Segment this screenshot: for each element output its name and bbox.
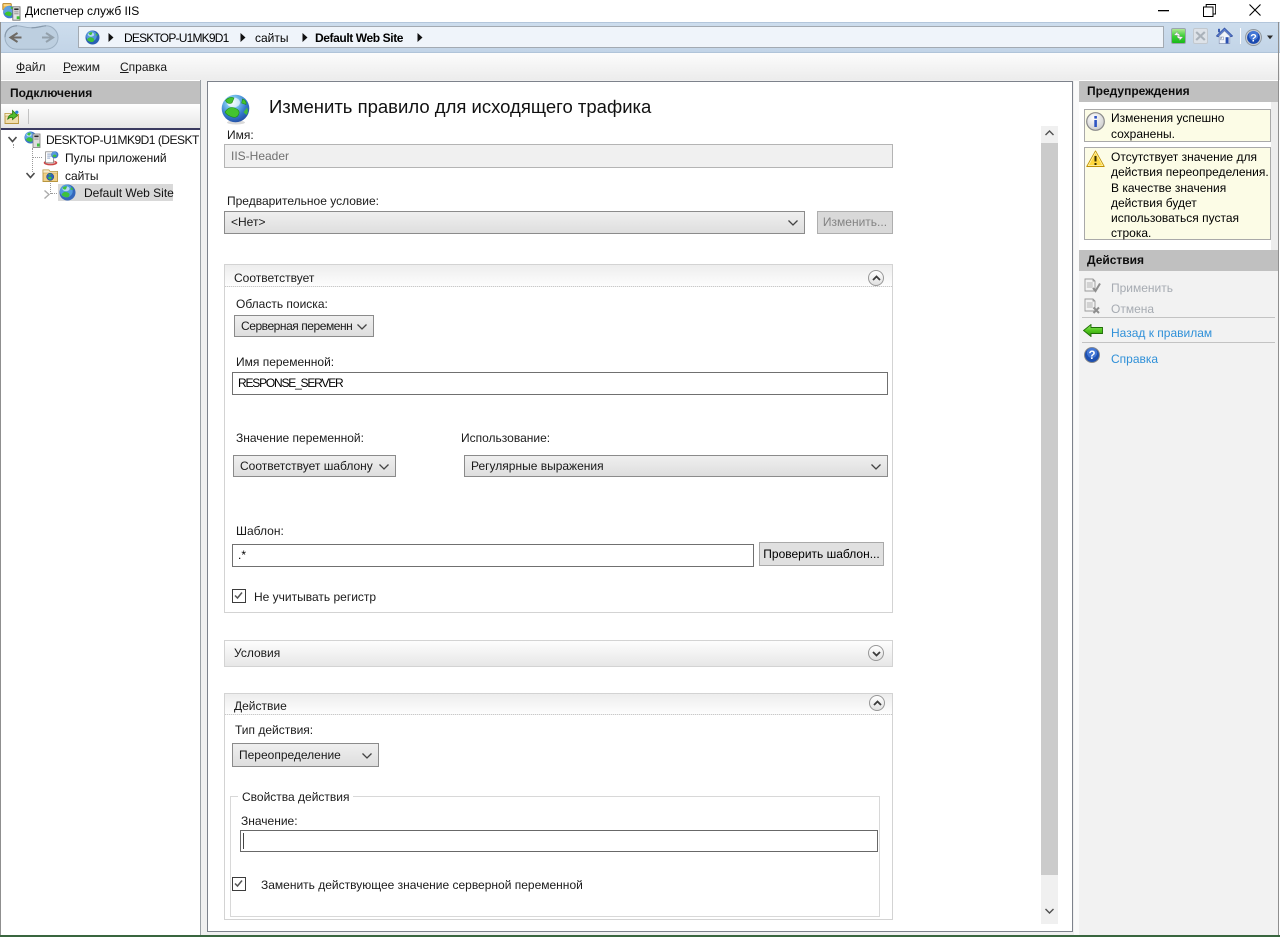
svg-text:?: ? [1250,33,1257,45]
svg-text:?: ? [1088,350,1095,362]
